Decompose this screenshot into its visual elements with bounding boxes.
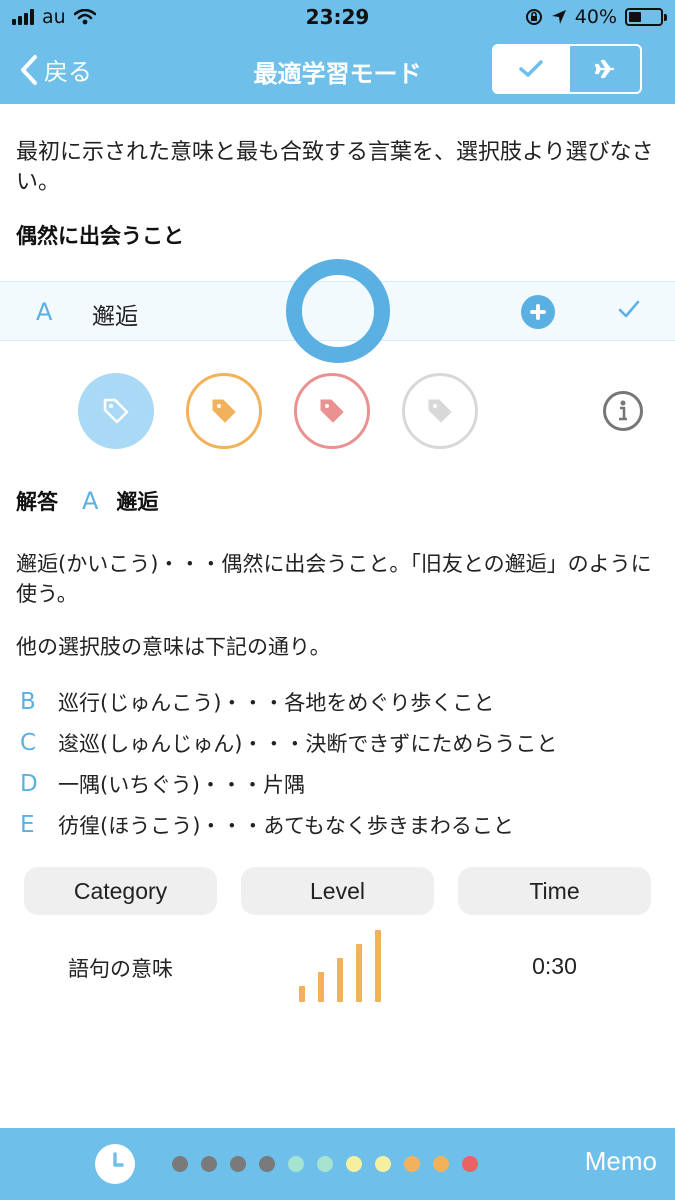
other-options-list: B 巡行(じゅんこう)・・・各地をめぐり歩くこと C 逡巡(しゅんじゅん)・・・… xyxy=(16,681,666,845)
tag-selector xyxy=(0,373,675,449)
option-text: 彷徨(ほうこう)・・・あてもなく歩きまわること xyxy=(58,813,514,838)
option-letter: C xyxy=(20,729,37,756)
progress-dot[interactable] xyxy=(288,1156,304,1172)
tag-icon xyxy=(320,399,344,423)
option-letter: E xyxy=(20,811,35,838)
battery-fill xyxy=(629,12,641,22)
option-letter: D xyxy=(20,770,38,797)
option-text: 逡巡(しゅんじゅん)・・・決断できずにためらうこと xyxy=(58,731,558,756)
answer-letter: A xyxy=(36,298,53,326)
list-item: B 巡行(じゅんこう)・・・各地をめぐり歩くこと xyxy=(16,681,666,722)
progress-dots xyxy=(172,1156,478,1172)
category-header: Category xyxy=(24,867,217,915)
battery-percent: 40% xyxy=(574,6,617,28)
location-icon xyxy=(551,10,566,24)
progress-dot[interactable] xyxy=(404,1156,420,1172)
level-bars-icon xyxy=(241,930,434,1002)
mode-segmented-control xyxy=(492,44,642,94)
level-bar xyxy=(356,944,362,1002)
progress-dot[interactable] xyxy=(433,1156,449,1172)
progress-dot[interactable] xyxy=(346,1156,362,1172)
rotation-lock-icon xyxy=(525,9,542,25)
check-mode-button[interactable] xyxy=(494,46,568,92)
progress-dot[interactable] xyxy=(201,1156,217,1172)
check-icon xyxy=(519,60,543,77)
tag-orange-button[interactable] xyxy=(186,373,262,449)
solution-letter: A xyxy=(82,487,99,515)
solution-explanation: 邂逅(かいこう)・・・偶然に出会うこと。「旧友との邂逅」のように使う。 xyxy=(16,552,652,606)
solution-heading: 解答 A 邂逅 xyxy=(16,486,158,516)
progress-dot[interactable] xyxy=(462,1156,478,1172)
stats-header: Category Level Time xyxy=(24,867,651,915)
tag-icon xyxy=(428,399,452,423)
progress-dot[interactable] xyxy=(259,1156,275,1172)
progress-dot[interactable] xyxy=(375,1156,391,1172)
level-bar xyxy=(375,930,381,1002)
question-instruction: 最初に示された意味と最も合致する言葉を、選択肢より選びなさい。 xyxy=(16,140,654,195)
airplane-mode-button[interactable] xyxy=(568,46,640,92)
option-letter: B xyxy=(20,688,36,715)
add-icon[interactable] xyxy=(521,295,555,329)
list-item: D 一隅(いちぐう)・・・片隅 xyxy=(16,763,666,804)
tag-gray-button[interactable] xyxy=(402,373,478,449)
level-bar xyxy=(299,986,305,1002)
progress-dot[interactable] xyxy=(230,1156,246,1172)
option-text: 一隅(いちぐう)・・・片隅 xyxy=(58,772,305,797)
tag-icon xyxy=(103,398,129,424)
list-item: E 彷徨(ほうこう)・・・あてもなく歩きまわること xyxy=(16,804,666,845)
time-header: Time xyxy=(458,867,651,915)
battery-icon xyxy=(625,8,667,26)
progress-dot[interactable] xyxy=(172,1156,188,1172)
memo-button[interactable]: Memo xyxy=(585,1146,657,1177)
tag-blue-button[interactable] xyxy=(78,373,154,449)
tag-icon xyxy=(212,399,236,423)
progress-dot[interactable] xyxy=(317,1156,333,1172)
other-options-intro: 他の選択肢の意味は下記の通り。 xyxy=(16,635,331,659)
status-bar: au 23:29 40% xyxy=(0,0,675,36)
solution-label: 解答 xyxy=(16,490,58,514)
level-bar xyxy=(318,972,324,1002)
tag-red-button[interactable] xyxy=(294,373,370,449)
correct-circle-icon xyxy=(286,259,390,363)
question-prompt: 偶然に出会うこと xyxy=(16,224,184,248)
header: au 23:29 40% 戻る 最適学習モード xyxy=(0,0,675,104)
answer-word: 邂逅 xyxy=(92,304,138,330)
clock-icon[interactable] xyxy=(95,1144,135,1184)
option-text: 巡行(じゅんこう)・・・各地をめぐり歩くこと xyxy=(58,690,495,715)
bottom-bar: Memo xyxy=(0,1128,675,1200)
info-icon[interactable] xyxy=(603,391,643,431)
time-value: 0:30 xyxy=(532,953,577,979)
list-item: C 逡巡(しゅんじゅん)・・・決断できずにためらうこと xyxy=(16,722,666,763)
airplane-icon xyxy=(594,59,614,79)
status-right: 40% xyxy=(525,6,667,28)
category-value: 語句の意味 xyxy=(68,957,173,981)
navbar: 戻る 最適学習モード xyxy=(0,40,675,100)
check-icon xyxy=(618,300,640,318)
level-bar xyxy=(337,958,343,1002)
level-header: Level xyxy=(241,867,434,915)
solution-word: 邂逅 xyxy=(116,490,159,514)
